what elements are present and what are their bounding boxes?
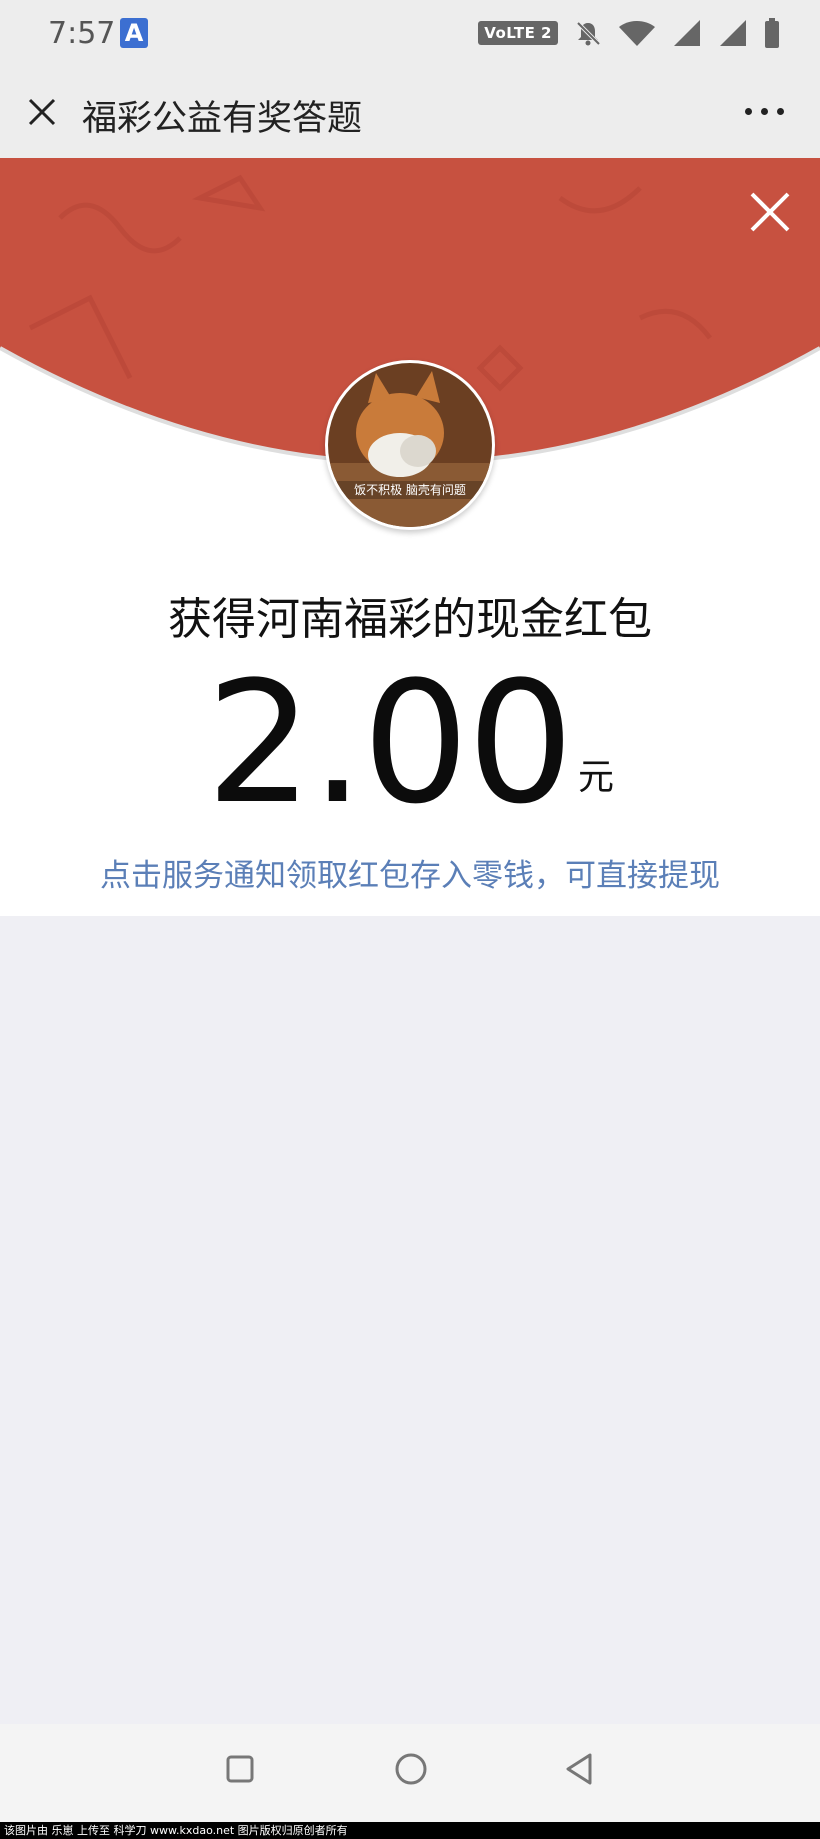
amount-row: 2.00 元 [0, 658, 820, 828]
more-icon[interactable] [745, 108, 784, 115]
recent-apps-icon[interactable] [226, 1755, 254, 1783]
avatar-caption: 饭不积极 脑壳有问题 [354, 483, 466, 497]
page-title: 福彩公益有奖答题 [82, 99, 363, 139]
top-navbar: 福彩公益有奖答题 [0, 70, 820, 158]
claim-hint-link[interactable]: 点击服务通知领取红包存入零钱，可直接提现 [0, 850, 820, 895]
status-bar: 7:57 A VoLTE 2 [0, 0, 820, 70]
amount-value: 2.00 [205, 645, 574, 841]
battery-icon [765, 18, 779, 48]
status-time: 7:57 [48, 16, 116, 51]
back-icon[interactable] [564, 1752, 594, 1786]
app-a-icon: A [120, 18, 148, 48]
signal-icon [674, 20, 700, 46]
close-icon[interactable] [22, 92, 62, 132]
amount-unit: 元 [578, 757, 615, 798]
android-nav-bar [0, 1724, 820, 1822]
avatar: 饭不积极 脑壳有问题 [325, 360, 495, 530]
home-icon[interactable] [394, 1752, 428, 1786]
avatar-image: 饭不积极 脑壳有问题 [328, 363, 492, 527]
close-icon[interactable] [748, 190, 792, 234]
bell-off-icon [576, 21, 601, 46]
wifi-icon [619, 21, 655, 46]
signal-icon [720, 20, 746, 46]
red-packet-card: 饭不积极 脑壳有问题 获得河南福彩的现金红包 2.00 元 点击服务通知领取红包… [0, 158, 820, 916]
system-icons: VoLTE 2 [478, 18, 780, 48]
volte-badge: VoLTE 2 [478, 21, 558, 45]
red-packet-title: 获得河南福彩的现金红包 [168, 594, 652, 645]
watermark-text: 该图片由 乐崽 上传至 科学刀 www.kxdao.net 图片版权归原创者所有 [0, 1822, 820, 1839]
